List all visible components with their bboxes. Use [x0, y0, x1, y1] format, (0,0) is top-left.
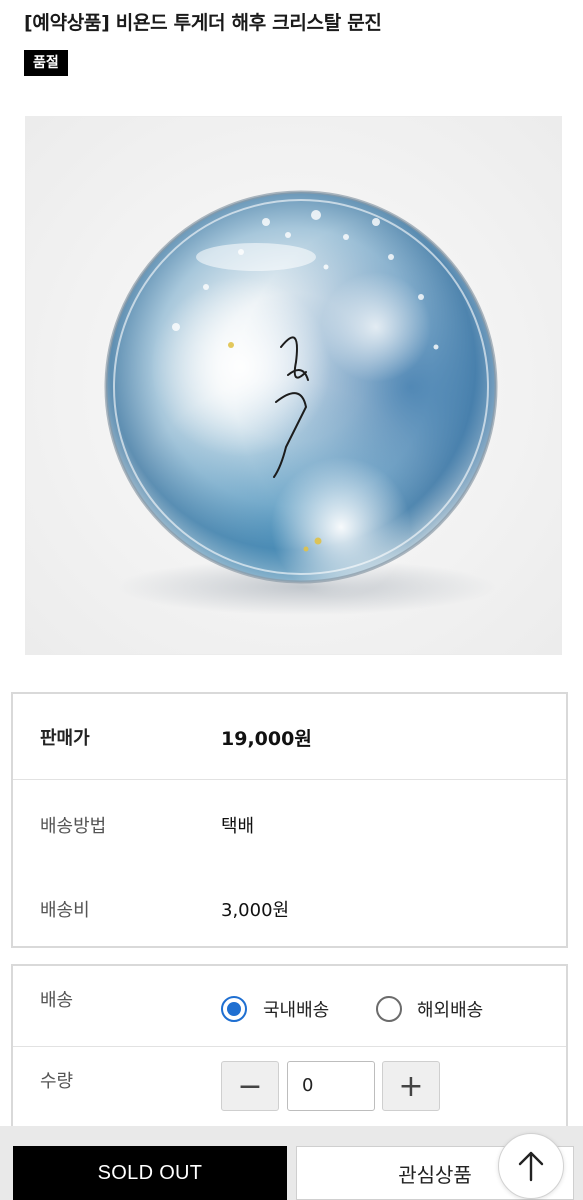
quantity-increase-button[interactable]: + — [382, 1061, 440, 1111]
option-divider — [13, 1046, 566, 1047]
price-label: 판매가 — [40, 728, 90, 749]
shipping-method-value: 택배 — [221, 816, 255, 837]
arrow-up-icon — [518, 1151, 544, 1182]
overseas-shipping-label[interactable]: 해외배송 — [417, 996, 483, 1022]
shipping-fee-value: 3,000원 — [221, 900, 290, 921]
shipping-option-label: 배송 — [40, 990, 74, 1011]
shipping-fee-label: 배송비 — [40, 900, 90, 921]
scroll-top-button[interactable] — [498, 1133, 564, 1199]
shipping-method-label: 배송방법 — [40, 816, 107, 837]
info-divider — [13, 779, 566, 780]
bottom-action-bar: SOLD OUT 관심상품 — [0, 1126, 583, 1200]
quantity-input[interactable]: 0 — [287, 1061, 375, 1111]
crystal-paperweight-illustration — [26, 117, 561, 654]
price-info-table: 판매가 19,000원 배송방법 택배 배송비 3,000원 — [11, 692, 568, 948]
domestic-shipping-radio[interactable] — [221, 996, 247, 1022]
minus-icon: − — [237, 1068, 263, 1104]
product-image: 해후 — [25, 116, 562, 655]
status-badge: 품절 — [24, 50, 68, 76]
price-value: 19,000원 — [221, 728, 312, 750]
order-options: 배송 국내배송 해외배송 수량 − 0 + — [11, 964, 568, 1144]
overseas-shipping-radio[interactable] — [376, 996, 402, 1022]
product-title: [예약상품] 비욘드 투게더 해후 크리스탈 문진 — [24, 12, 382, 34]
soldout-button[interactable]: SOLD OUT — [13, 1146, 287, 1200]
quantity-label: 수량 — [40, 1071, 74, 1092]
plus-icon: + — [398, 1068, 424, 1104]
domestic-shipping-label[interactable]: 국내배송 — [263, 996, 329, 1022]
quantity-decrease-button[interactable]: − — [221, 1061, 279, 1111]
